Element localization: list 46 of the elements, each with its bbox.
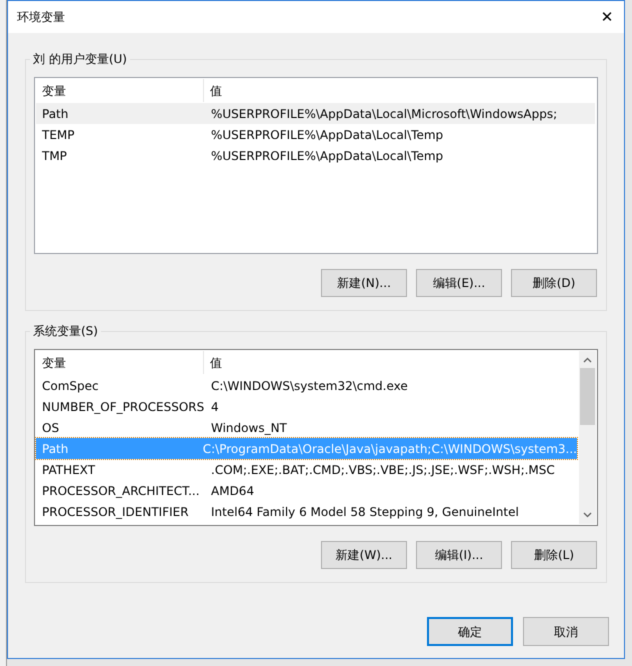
table-row[interactable]: Path %USERPROFILE%\AppData\Local\Microsoft\WindowsApps; [36, 103, 595, 124]
column-header[interactable]: 值 [204, 351, 579, 374]
window-title: 环境变量 [17, 9, 65, 26]
table-row[interactable]: PROCESSOR_IDENTIFIER Intel64 Family 6 Model 58 Stepping 9, GenuineIntel [36, 501, 577, 522]
variable-value: %USERPROFILE%\AppData\Local\Temp [210, 126, 444, 144]
group-label: 刘 的用户变量(U) [30, 51, 130, 67]
table-row[interactable]: TMP %USERPROFILE%\AppData\Local\Temp [36, 145, 595, 166]
action-button[interactable]: 编辑(I)... [416, 541, 502, 569]
action-button[interactable]: 编辑(E)... [416, 269, 502, 297]
variable-value: .COM;.EXE;.BAT;.CMD;.VBS;.VBE;.JS;.JSE;.WSF;.WSH;.MSC [210, 462, 556, 478]
table-row[interactable]: ComSpec C:\WINDOWS\system32\cmd.exe [36, 375, 577, 396]
close-button[interactable]: ✕ [590, 1, 624, 33]
table-row[interactable]: PROCESSOR_ARCHITECT... AMD64 [36, 480, 577, 501]
variable-value: AMD64 [210, 482, 256, 500]
action-button[interactable]: 新建(W)... [321, 541, 407, 569]
cancel-button[interactable]: 取消 [523, 617, 609, 646]
group-label: 系统变量(S) [30, 323, 101, 339]
table-row[interactable]: NUMBER_OF_PROCESSORS 4 [36, 396, 577, 417]
column-header[interactable]: 变量 [36, 79, 204, 102]
variable-name: Path [41, 440, 70, 458]
table-row[interactable]: TEMP %USERPROFILE%\AppData\Local\Temp [36, 124, 595, 145]
variable-value: Windows_NT [210, 420, 288, 436]
variable-name: NUMBER_OF_PROCESSORS [41, 398, 204, 416]
variable-value: 4 [210, 398, 220, 416]
variable-name: PROCESSOR_IDENTIFIER [41, 504, 190, 520]
ok-button[interactable]: 确定 [427, 617, 513, 646]
variable-name: OS [41, 420, 60, 436]
variable-name: ComSpec [41, 378, 100, 394]
action-button[interactable]: 删除(L) [511, 541, 597, 569]
variable-name: PATHEXT [41, 462, 96, 478]
variable-name: TMP [41, 148, 68, 164]
variable-value: %USERPROFILE%\AppData\Local\Temp [210, 148, 444, 164]
column-header[interactable]: 变量 [36, 351, 204, 374]
variable-list[interactable]: 变量 值 Path %USERPROFILE%\AppData\Local\Microsoft\WindowsApps; TEMP %USERPROFILE%\AppData\Local\Temp TMP %USERPROFILE%\AppData\Local\Temp [34, 77, 598, 254]
variable-value: C:\ProgramData\Oracle\Java\javapath;C:\WINDOWS\system3... [202, 440, 577, 458]
action-button[interactable]: 新建(N)... [321, 269, 407, 297]
variable-name: TEMP [41, 126, 76, 144]
variable-value: Intel64 Family 6 Model 58 Stepping 9, GenuineIntel [210, 504, 520, 520]
table-row[interactable]: PATHEXT .COM;.EXE;.BAT;.CMD;.VBS;.VBE;.JS;.JSE;.WSF;.WSH;.MSC [36, 459, 577, 480]
variable-value: %USERPROFILE%\AppData\Local\Microsoft\WindowsApps; [210, 106, 558, 122]
variable-value: C:\WINDOWS\system32\cmd.exe [210, 378, 409, 394]
table-row[interactable]: OS Windows_NT [36, 417, 577, 438]
variable-name: PROCESSOR_ARCHITECT... [41, 482, 201, 500]
action-button[interactable]: 删除(D) [511, 269, 597, 297]
column-header[interactable]: 值 [204, 79, 597, 102]
variable-name: Path [41, 106, 70, 122]
